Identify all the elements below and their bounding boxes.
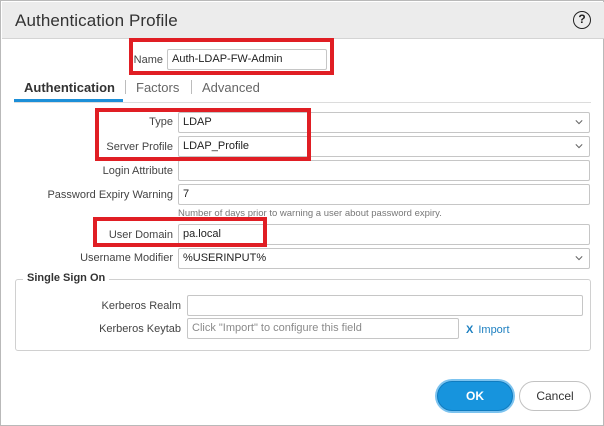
highlight-box-user-domain	[93, 217, 267, 247]
cancel-button[interactable]: Cancel	[519, 381, 591, 411]
import-icon: X	[466, 324, 474, 336]
username-modifier-value: %USERINPUT%	[183, 252, 267, 264]
chevron-down-icon	[575, 120, 583, 125]
tab-advanced[interactable]: Advanced	[202, 80, 260, 95]
tab-authentication[interactable]: Authentication	[24, 80, 115, 95]
dialog-titlebar: Authentication Profile ?	[2, 2, 604, 39]
password-expiry-field[interactable]: 7	[178, 184, 590, 205]
import-label: Import	[478, 324, 510, 336]
kerberos-keytab-label: Kerberos Keytab	[99, 323, 181, 335]
import-link[interactable]: X Import	[466, 324, 510, 336]
tab-factors[interactable]: Factors	[136, 80, 179, 95]
dialog-title: Authentication Profile	[15, 11, 178, 30]
tab-divider	[14, 102, 591, 103]
authentication-profile-dialog: Authentication Profile ? Name Auth-LDAP-…	[0, 0, 604, 426]
kerberos-realm-label: Kerberos Realm	[101, 300, 181, 312]
password-expiry-label: Password Expiry Warning	[47, 189, 173, 201]
kerberos-realm-field[interactable]	[187, 295, 583, 316]
chevron-down-icon	[575, 256, 583, 261]
login-attribute-label: Login Attribute	[102, 165, 173, 177]
ok-button[interactable]: OK	[437, 381, 513, 411]
highlight-box-name	[129, 38, 334, 75]
tab-separator	[125, 80, 126, 94]
login-attribute-field[interactable]	[178, 160, 590, 181]
highlight-box-type-server	[95, 108, 311, 161]
tab-separator	[191, 80, 192, 94]
username-modifier-select[interactable]: %USERINPUT%	[178, 248, 590, 269]
help-question-icon[interactable]: ?	[573, 11, 591, 29]
single-sign-on-legend: Single Sign On	[23, 272, 110, 284]
username-modifier-label: Username Modifier	[80, 252, 173, 264]
kerberos-keytab-field[interactable]: Click "Import" to configure this field	[187, 318, 459, 339]
chevron-down-icon	[575, 144, 583, 149]
